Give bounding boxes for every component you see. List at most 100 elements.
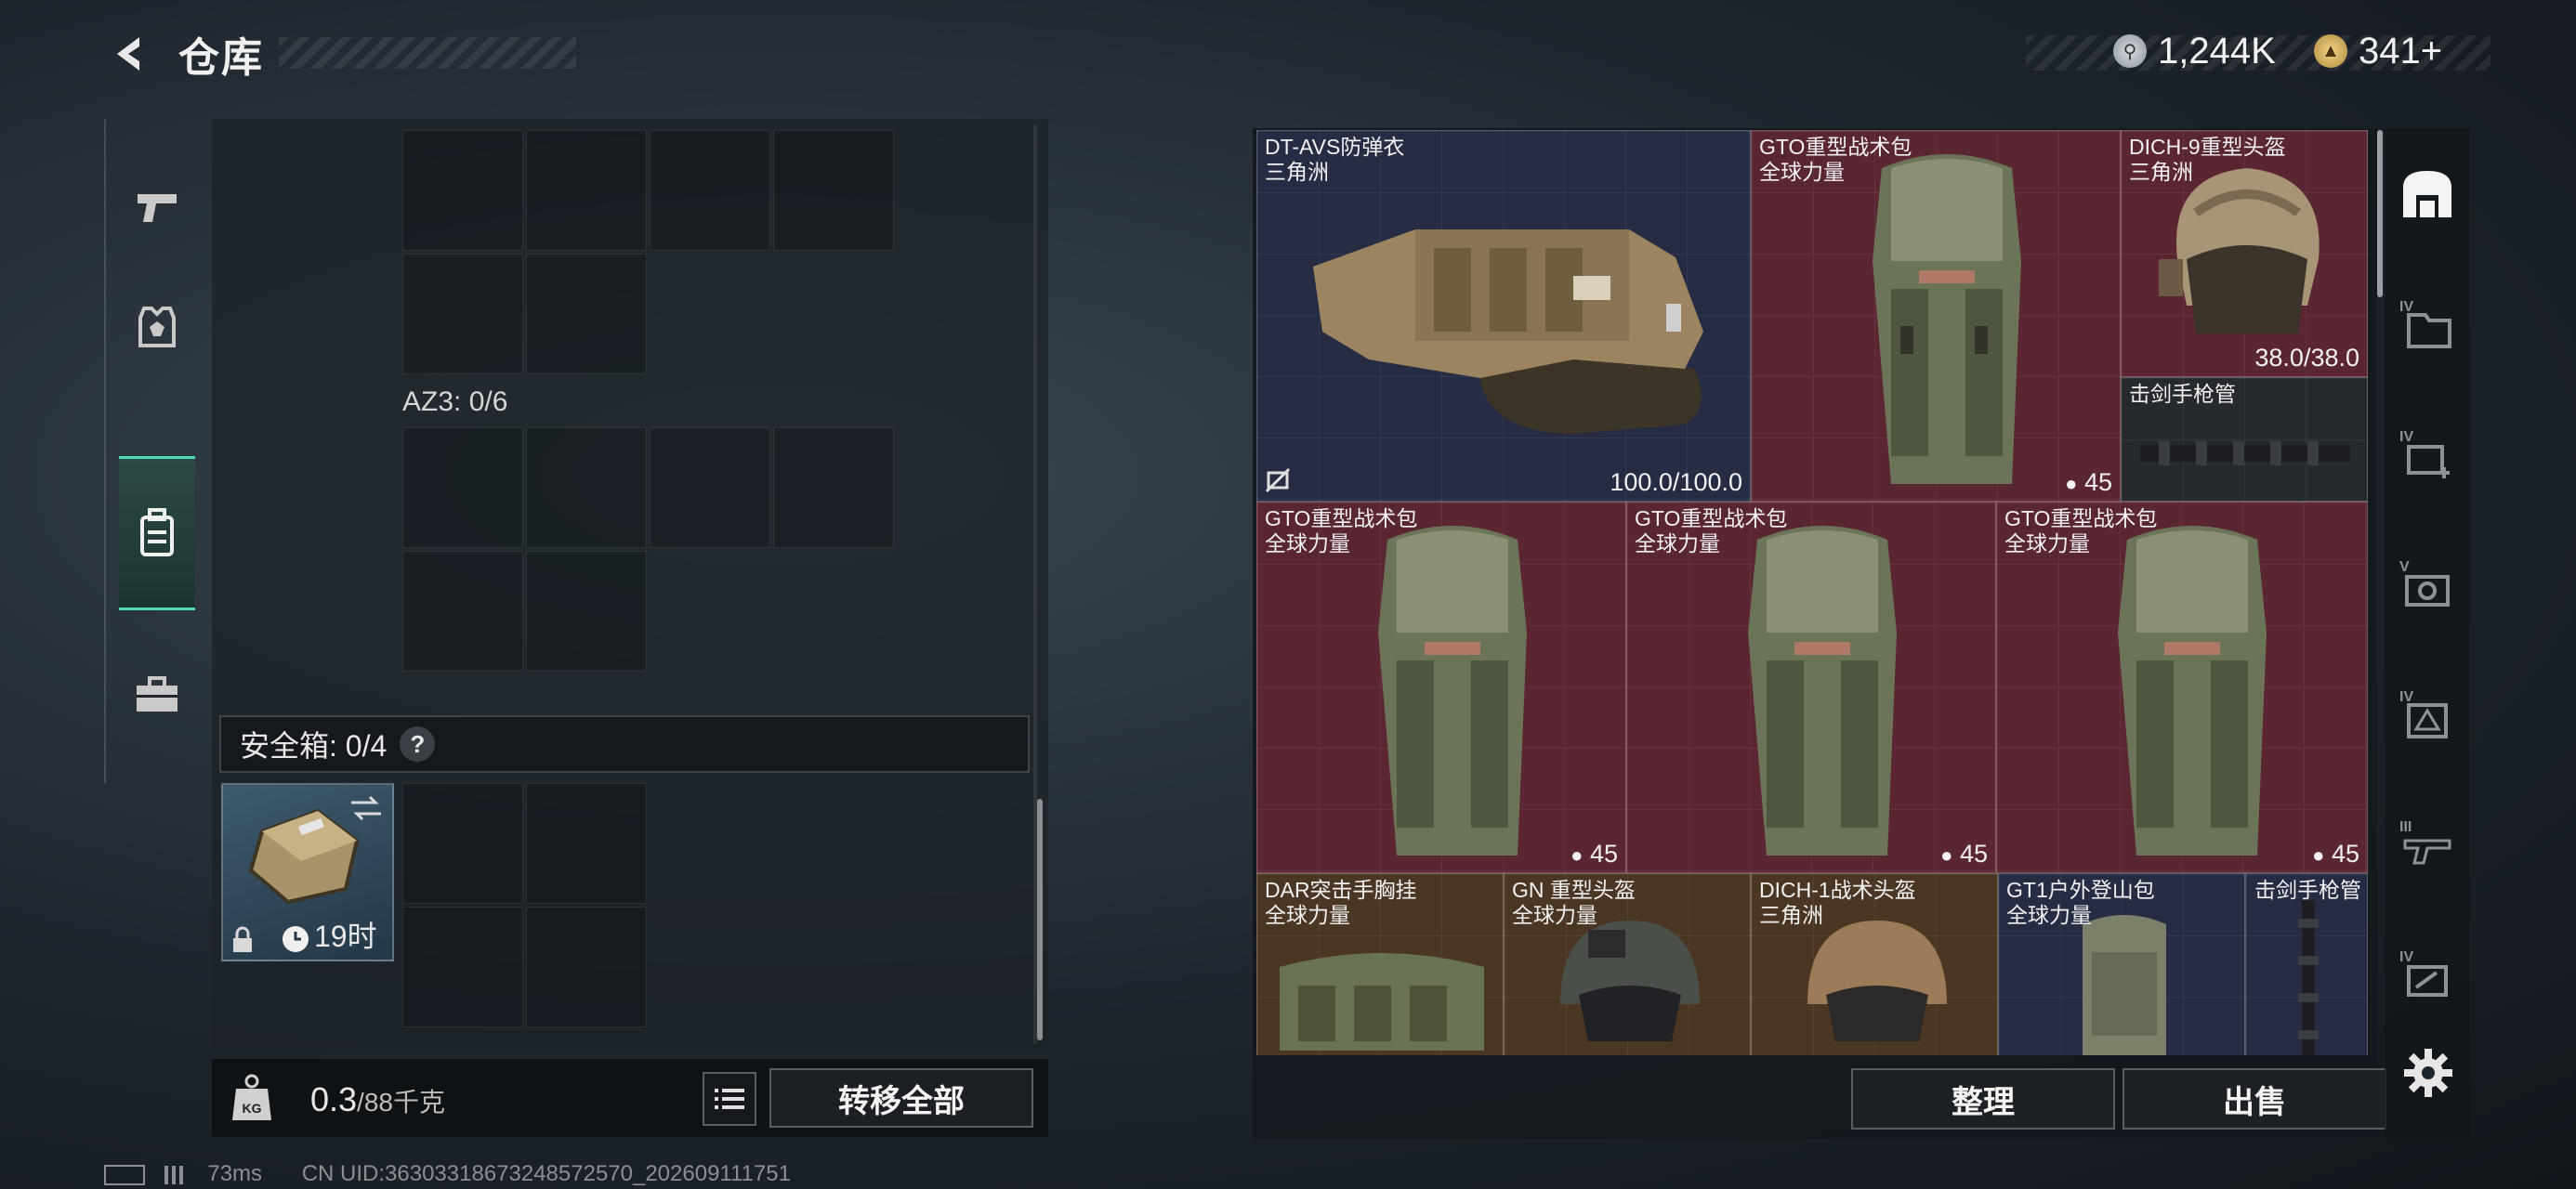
gold-currency[interactable]: ▲ 341+ — [2314, 28, 2442, 74]
list-view-button[interactable] — [703, 1072, 756, 1126]
tools-icon: IV — [2399, 949, 2448, 997]
grid-slot[interactable] — [402, 427, 523, 548]
grid-slot[interactable] — [402, 551, 523, 672]
grid-slot[interactable] — [526, 551, 647, 672]
backpack-image — [1378, 526, 1527, 856]
item-source: 全球力量 — [1635, 531, 1720, 555]
item-label: GTO重型战术包 全球力量 — [2004, 506, 2157, 556]
sidebar-item-home[interactable] — [2398, 163, 2457, 223]
grid-slot[interactable] — [773, 130, 894, 251]
item-name: GTO重型战术包 — [1265, 506, 1418, 530]
tab-weapons[interactable] — [119, 156, 195, 258]
silver-coin-icon: ⚲ — [2113, 34, 2147, 68]
item-source: 全球力量 — [2006, 903, 2092, 927]
item-label: 击剑手枪管 — [2254, 878, 2361, 903]
back-button[interactable] — [104, 28, 156, 80]
safe-box-item[interactable]: 19时 — [221, 783, 394, 961]
sidebar-item-storage-2[interactable]: IV — [2398, 424, 2457, 483]
safe-box-header: 安全箱: 0/4 ? — [219, 715, 1030, 773]
safe-box-label: 安全箱: 0/4 — [240, 729, 388, 763]
tier-label: IV — [2399, 429, 2413, 445]
item-name: 击剑手枪管 — [2129, 382, 2236, 406]
item-name: DICH-9重型头盔 — [2129, 135, 2286, 159]
tab-equipment[interactable] — [119, 277, 195, 379]
silver-amount: 1,244K — [2158, 30, 2276, 72]
barrel-image — [2298, 900, 2319, 1055]
safe-box-slot[interactable] — [526, 907, 647, 1027]
capacity-icon: ● — [2065, 472, 2078, 495]
item-tile[interactable]: 击剑手枪管 — [2121, 377, 2368, 502]
sidebar-item-storage-3[interactable]: V — [2398, 554, 2457, 613]
left-scrollbar[interactable] — [1037, 799, 1043, 1040]
sidebar-item-storage-4[interactable]: IV — [2398, 684, 2457, 743]
sell-button[interactable]: 出售 — [2123, 1068, 2386, 1130]
grid-slot[interactable] — [526, 254, 647, 374]
grid-slot[interactable] — [402, 130, 523, 251]
battery-icon — [104, 1164, 145, 1185]
item-label: GT1户外登山包 全球力量 — [2006, 878, 2155, 928]
ping-text: 73ms — [207, 1161, 263, 1186]
storage-sidebar: IV IV V IV III IV — [2385, 128, 2470, 1139]
helmet-image — [1560, 921, 1700, 1041]
grid-slot[interactable] — [773, 427, 894, 548]
grid-slot[interactable] — [650, 427, 770, 548]
item-tile[interactable]: GTO重型战术包 全球力量 ● 45 — [1626, 502, 1996, 873]
silver-currency[interactable]: ⚲ 1,244K — [2113, 28, 2276, 74]
item-source: 全球力量 — [1265, 903, 1350, 927]
camera-icon: V — [2399, 559, 2450, 607]
warehouse-grid: DT-AVS防弹衣 三角洲 100.0/100.0 GTO重型战术包 全球力量 ● … — [1256, 130, 2368, 1055]
helmet-image — [1807, 921, 1947, 1041]
signal-icon — [164, 1165, 192, 1184]
item-tile[interactable]: GTO重型战术包 全球力量 ● 45 — [1256, 502, 1626, 873]
item-label: GTO重型战术包 全球力量 — [1265, 506, 1417, 556]
item-tile[interactable]: GTO重型战术包 全球力量 ● 45 — [1996, 502, 2368, 873]
safe-box-slot[interactable] — [402, 783, 523, 904]
sidebar-item-storage-1[interactable]: IV — [2398, 294, 2457, 353]
backpack-image — [1873, 154, 2021, 484]
left-scroll-track — [1033, 124, 1037, 1044]
item-source: 全球力量 — [2004, 531, 2090, 555]
sidebar-item-storage-5[interactable]: III — [2398, 814, 2457, 873]
item-tile[interactable]: GTO重型战术包 全球力量 ● 45 — [1751, 130, 2121, 502]
settings-button[interactable] — [2401, 1046, 2455, 1100]
grid-slot[interactable] — [526, 130, 647, 251]
item-tile[interactable]: 击剑手枪管 — [2245, 873, 2368, 1055]
item-tile[interactable]: DICH-9重型头盔 三角洲 38.0/38.0 — [2121, 130, 2368, 377]
capacity-number: 45 — [2083, 468, 2112, 496]
item-name: DT-AVS防弹衣 — [1265, 135, 1405, 159]
page-title: 仓库 — [178, 35, 264, 81]
safe-box-timer: 19时 — [314, 920, 377, 953]
item-name: GT1户外登山包 — [2006, 878, 2155, 902]
tab-toolbox[interactable] — [119, 644, 195, 746]
item-tile[interactable]: GN 重型头盔 全球力量 — [1504, 873, 1751, 1055]
item-tile[interactable]: DICH-1战术头盔 三角洲 — [1751, 873, 1998, 1055]
item-label: GN 重型头盔 全球力量 — [1512, 878, 1636, 928]
item-source: 三角洲 — [2129, 160, 2193, 184]
item-label: DAR突击手胸挂 全球力量 — [1265, 878, 1417, 928]
safe-box-slot[interactable] — [402, 907, 523, 1027]
capacity-value: ● 45 — [2312, 840, 2359, 869]
grid-slot[interactable] — [650, 130, 770, 251]
item-source: 全球力量 — [1759, 160, 1845, 184]
rifle-icon: III — [2399, 819, 2451, 865]
item-tile[interactable]: GT1户外登山包 全球力量 — [1998, 873, 2245, 1055]
sort-button[interactable]: 整理 — [1851, 1068, 2115, 1130]
item-name: 击剑手枪管 — [2254, 878, 2361, 902]
grid-slot[interactable] — [526, 427, 647, 548]
warehouse-scrollbar[interactable] — [2377, 130, 2383, 297]
safe-box-slot[interactable] — [526, 783, 647, 904]
status-bar: 73ms CN UID:36303318673248572570_2026091… — [104, 1161, 791, 1187]
backpack-image — [1748, 526, 1897, 856]
sidebar-item-storage-6[interactable]: IV — [2398, 944, 2457, 1003]
title-decoration — [279, 37, 576, 69]
weight-current: 0.3 — [310, 1080, 358, 1118]
transfer-all-button[interactable]: 转移全部 — [769, 1068, 1033, 1128]
grid-slot[interactable] — [402, 254, 523, 374]
tab-backpack[interactable] — [119, 456, 195, 610]
item-tile[interactable]: DT-AVS防弹衣 三角洲 100.0/100.0 — [1256, 130, 1751, 502]
help-button[interactable]: ? — [400, 726, 436, 762]
helmet-image — [2159, 168, 2320, 333]
weight-icon: KG — [232, 1074, 271, 1120]
weight-max: /88千克 — [357, 1088, 445, 1117]
item-tile[interactable]: DAR突击手胸挂 全球力量 — [1256, 873, 1504, 1055]
